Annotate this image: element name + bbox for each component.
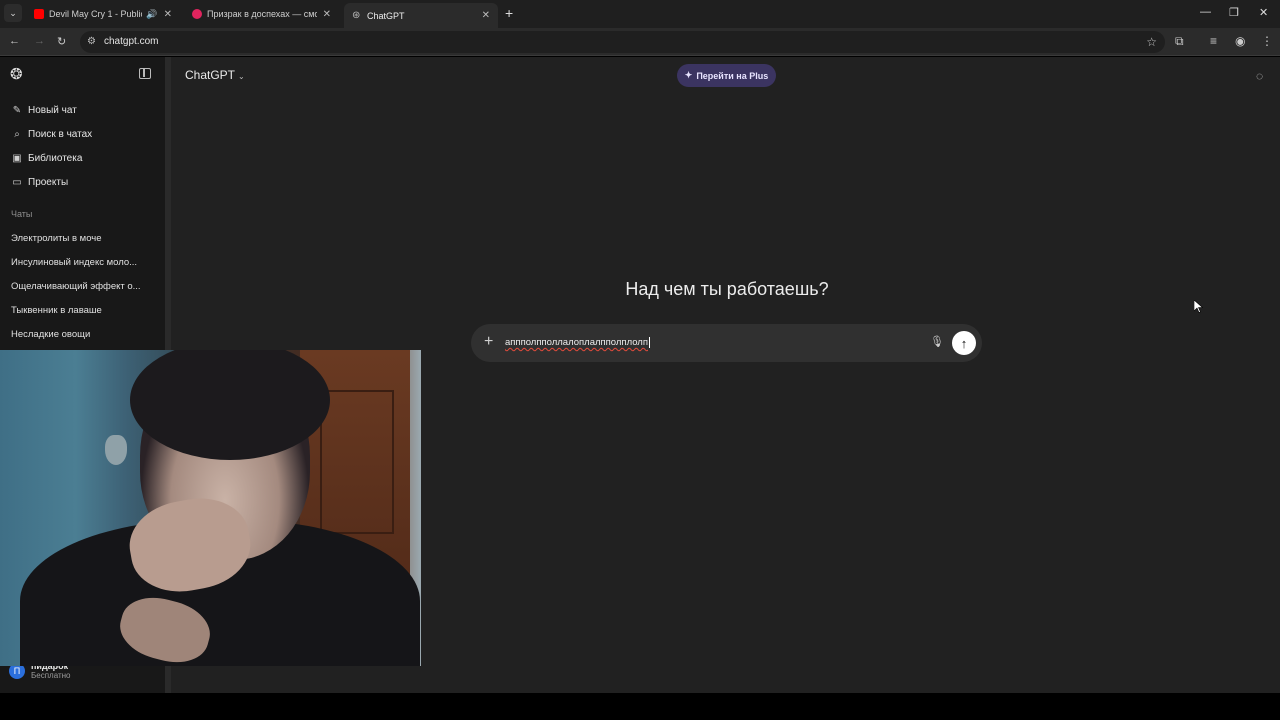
browser-tab-youtube[interactable]: Devil May Cry 1 - Public Enemy 🔊 ✕ (26, 3, 180, 25)
model-label: ChatGPT (185, 68, 236, 82)
forward-button[interactable]: → (34, 35, 45, 47)
tab-title: ChatGPT (367, 10, 405, 21)
url-text: chatgpt.com (104, 36, 159, 47)
model-selector[interactable]: ChatGPT ⌄ (185, 68, 245, 82)
new-tab-button[interactable]: + (505, 5, 513, 21)
chatgpt-icon: ⊛ (352, 9, 361, 21)
edit-icon: ✎ (12, 104, 22, 116)
back-button[interactable]: ← (9, 35, 20, 47)
browser-tab-strip: ⌄ Devil May Cry 1 - Public Enemy 🔊 ✕ При… (0, 0, 1280, 28)
sidebar-item-projects[interactable]: ▭ Проекты (11, 173, 68, 191)
profile-icon[interactable]: ◉ (1235, 34, 1245, 48)
folder-icon: ▭ (12, 176, 22, 188)
prompt-input[interactable]: аппполпполлалоплалпполплолп (505, 337, 650, 348)
sparkle-icon: ✦ (684, 70, 693, 80)
reload-button[interactable]: ↻ (57, 35, 66, 48)
user-plan: Бесплатно (31, 671, 71, 680)
webcam-overlay (0, 350, 421, 666)
chat-history-item[interactable]: Электролиты в моче (11, 233, 146, 244)
menu-kebab-icon[interactable]: ⋮ (1261, 34, 1273, 48)
close-icon[interactable]: ✕ (164, 9, 172, 20)
address-toolbar: ← → ↻ ⚙ chatgpt.com ☆ ⧉ ≡ ◉ ⋮ (0, 28, 1280, 56)
upgrade-plus-button[interactable]: ✦ Перейти на Plus (677, 64, 776, 87)
sidebar-item-search[interactable]: ⌕ Поиск в чатах (11, 125, 92, 143)
tab-search-button[interactable]: ⌄ (4, 4, 22, 22)
text-caret (648, 337, 650, 348)
media-control-icon[interactable]: ≡ (1210, 34, 1217, 48)
temporary-chat-icon[interactable]: ◌ (1256, 69, 1263, 83)
sidebar-item-label: Новый чат (28, 104, 77, 116)
site-icon (192, 9, 202, 19)
address-bar[interactable]: ⚙ chatgpt.com ☆ (80, 31, 1165, 53)
send-button[interactable]: ↑ (952, 331, 976, 355)
close-icon[interactable]: ✕ (482, 10, 490, 21)
speaker-icon[interactable]: 🔊 (146, 9, 157, 20)
sidebar-item-label: Библиотека (28, 152, 83, 164)
chat-history-item[interactable]: Тыквенник в лаваше (11, 305, 146, 316)
chat-history-item[interactable]: Инсулиновый индекс моло... (11, 257, 146, 268)
sidebar-item-label: Проекты (28, 176, 69, 188)
site-info-icon[interactable]: ⚙ (87, 36, 96, 47)
minimize-button[interactable]: — (1200, 6, 1211, 18)
microphone-icon[interactable]: 🎙 (930, 335, 944, 351)
tab-title: Devil May Cry 1 - Public Enemy (49, 9, 142, 19)
sidebar-item-new-chat[interactable]: ✎ Новый чат (11, 101, 77, 119)
prompt-input-value: аппполпполлалоплалпполплолп (505, 337, 648, 349)
sidebar-toggle-icon[interactable] (139, 68, 151, 79)
page-title: Над чем ты работаешь? (625, 279, 829, 299)
chat-history-item[interactable]: Несладкие овощи (11, 329, 146, 340)
chats-section-title: Чаты (11, 209, 33, 219)
sidebar-item-library[interactable]: ▣ Библиотека (11, 149, 82, 167)
prompt-composer[interactable]: + аппполпполлалоплалпполплолп 🎙 ↑ (471, 324, 982, 362)
plus-icon[interactable]: + (484, 333, 493, 351)
mouse-cursor-icon (1194, 300, 1203, 313)
webcam-background-lamp (105, 435, 127, 465)
taskbar-strip (0, 693, 1280, 720)
openai-logo-icon[interactable]: ❂ (10, 67, 26, 83)
window-close-button[interactable]: ✕ (1259, 6, 1268, 19)
library-icon: ▣ (12, 152, 22, 164)
bookmark-star-icon[interactable]: ☆ (1146, 35, 1157, 49)
youtube-icon (34, 9, 44, 19)
upgrade-label: Перейти на Plus (696, 70, 769, 81)
search-icon: ⌕ (14, 128, 20, 140)
extensions-icon[interactable]: ⧉ (1175, 34, 1184, 49)
browser-tab-anime[interactable]: Призрак в доспехах — смотреть ✕ (184, 3, 339, 25)
tab-title: Призрак в доспехах — смотреть (207, 9, 317, 19)
browser-tab-chatgpt[interactable]: ⊛ ChatGPT ✕ (344, 3, 498, 28)
sidebar-item-label: Поиск в чатах (28, 128, 93, 140)
restore-button[interactable]: ❐ (1229, 6, 1239, 19)
chevron-down-icon: ⌄ (238, 72, 245, 81)
close-icon[interactable]: ✕ (323, 9, 331, 20)
